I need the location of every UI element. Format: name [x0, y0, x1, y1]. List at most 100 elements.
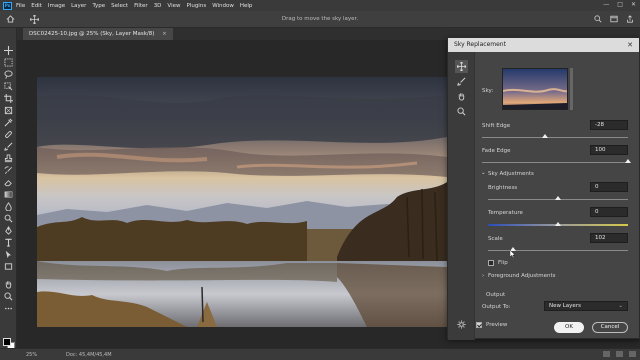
- sky-preset-scrollbar[interactable]: [570, 68, 573, 110]
- photoshop-logo: Ps: [3, 1, 12, 10]
- sky-brush-tool-icon[interactable]: [457, 77, 466, 86]
- zoom-level[interactable]: 25%: [26, 352, 37, 358]
- menu-layer[interactable]: Layer: [71, 3, 86, 9]
- fade-edge-label: Fade Edge: [482, 148, 511, 154]
- crop-tool-icon[interactable]: [4, 94, 13, 103]
- minimize-button[interactable]: —: [603, 1, 609, 8]
- menu-type[interactable]: Type: [92, 3, 105, 9]
- pen-tool-icon[interactable]: [4, 226, 13, 235]
- zoom-tool-icon[interactable]: [4, 292, 13, 301]
- frame-tool-icon[interactable]: [4, 106, 13, 115]
- document-photo: [37, 77, 447, 327]
- shift-edge-label: Shift Edge: [482, 123, 511, 129]
- status-bar: 25% Doc: 45,4M/45,4M: [0, 348, 640, 360]
- menu-view[interactable]: View: [167, 3, 180, 9]
- cancel-button[interactable]: Cancel: [592, 322, 628, 333]
- clone-stamp-tool-icon[interactable]: [4, 154, 13, 163]
- flip-checkbox[interactable]: [488, 260, 494, 266]
- ok-button[interactable]: OK: [554, 322, 584, 333]
- rectangle-tool-icon[interactable]: [4, 262, 13, 271]
- sky-adjustments-chevron-icon[interactable]: ⌄: [481, 170, 486, 176]
- menu-3d[interactable]: 3D: [154, 3, 162, 9]
- options-bar: Drag to move the sky layer.: [0, 11, 640, 28]
- settings-icon[interactable]: [457, 320, 466, 329]
- healing-brush-tool-icon[interactable]: [4, 130, 13, 139]
- lasso-tool-icon[interactable]: [4, 70, 13, 79]
- tray-icon-1: [603, 351, 610, 357]
- type-tool-icon[interactable]: [4, 238, 13, 247]
- chevron-down-icon: ⌄: [618, 303, 623, 309]
- tools-panel: [0, 28, 17, 350]
- menu-file[interactable]: File: [16, 3, 25, 9]
- foreground-adjustments-header[interactable]: Foreground Adjustments: [488, 273, 556, 279]
- dodge-tool-icon[interactable]: [4, 214, 13, 223]
- maximize-button[interactable]: □: [617, 1, 623, 8]
- output-to-value: New Layers: [549, 303, 581, 309]
- tray-icon-3: [629, 351, 636, 357]
- tray-icon-2: [616, 351, 623, 357]
- share-icon[interactable]: [626, 15, 634, 23]
- sky-adjustments-header[interactable]: Sky Adjustments: [488, 171, 534, 177]
- temperature-field[interactable]: 0: [590, 207, 628, 217]
- menu-image[interactable]: Image: [48, 3, 65, 9]
- window-controls: — □ ✕: [603, 1, 636, 8]
- output-to-label: Output To:: [482, 304, 511, 310]
- workspace-icon[interactable]: [610, 15, 618, 23]
- shift-edge-track: [482, 137, 628, 138]
- fade-edge-field[interactable]: 100: [590, 145, 628, 155]
- menu-help[interactable]: Help: [240, 3, 253, 9]
- preview-checkbox[interactable]: [476, 322, 482, 328]
- menu-window[interactable]: Window: [212, 3, 234, 9]
- fade-edge-slider[interactable]: [625, 159, 631, 163]
- menu-select[interactable]: Select: [111, 3, 128, 9]
- flip-label: Flip: [498, 260, 508, 266]
- temperature-label: Temperature: [488, 210, 523, 216]
- eyedropper-tool-icon[interactable]: [4, 118, 13, 127]
- hand-tool-icon[interactable]: [457, 92, 466, 101]
- dialog-tools: [448, 52, 475, 340]
- menu-edit[interactable]: Edit: [31, 3, 42, 9]
- marquee-tool-icon[interactable]: [4, 58, 13, 67]
- brightness-slider[interactable]: [555, 196, 561, 200]
- close-window-button[interactable]: ✕: [631, 1, 636, 8]
- eraser-tool-icon[interactable]: [4, 178, 13, 187]
- more-tools-icon[interactable]: [4, 304, 13, 313]
- shift-edge-field[interactable]: -28: [590, 120, 628, 130]
- menu-plugins[interactable]: Plugins: [186, 3, 206, 9]
- blur-tool-icon[interactable]: [4, 202, 13, 211]
- path-selection-tool-icon[interactable]: [4, 250, 13, 259]
- brightness-field[interactable]: 0: [590, 182, 628, 192]
- zoom-tool-icon[interactable]: [457, 107, 466, 116]
- fade-edge-track: [482, 162, 628, 163]
- hand-tool-icon[interactable]: [4, 280, 13, 289]
- preview-label: Preview: [486, 322, 508, 328]
- history-brush-tool-icon[interactable]: [4, 166, 13, 175]
- sky-preset-thumbnail[interactable]: [502, 68, 568, 110]
- search-icon[interactable]: [594, 15, 602, 23]
- document-info[interactable]: Doc: 45,4M/45,4M: [66, 352, 112, 358]
- sky-move-tool-icon[interactable]: [455, 60, 468, 73]
- options-right-icons: [594, 15, 634, 23]
- close-tab-icon[interactable]: ×: [162, 31, 167, 37]
- temperature-slider[interactable]: [555, 222, 561, 226]
- scale-field[interactable]: 102: [590, 233, 628, 243]
- dialog-close-icon[interactable]: ✕: [627, 38, 633, 52]
- object-selection-tool-icon[interactable]: [4, 82, 13, 91]
- options-hint: Drag to move the sky layer.: [281, 16, 359, 22]
- document-tab[interactable]: DSC02425-10.jpg @ 25% (Sky, Layer Mask/8…: [23, 28, 173, 40]
- menu-filter[interactable]: Filter: [134, 3, 148, 9]
- dialog-title: Sky Replacement: [454, 41, 506, 48]
- gradient-tool-icon[interactable]: [4, 190, 13, 199]
- foreground-color-swatch[interactable]: [3, 338, 11, 346]
- scale-label: Scale: [488, 236, 503, 242]
- sky-replacement-dialog: Sky Replacement ✕ Sky: Shift Edge -28 Fa…: [447, 37, 640, 340]
- dialog-titlebar[interactable]: Sky Replacement ✕: [448, 38, 639, 52]
- output-to-select[interactable]: New Layers ⌄: [544, 301, 628, 311]
- shift-edge-slider[interactable]: [541, 134, 548, 138]
- brush-tool-icon[interactable]: [4, 142, 13, 151]
- foreground-adjustments-chevron-icon[interactable]: ›: [482, 273, 484, 279]
- move-tool-icon[interactable]: [4, 46, 13, 55]
- brightness-label: Brightness: [488, 185, 518, 191]
- menu-bar: Ps File Edit Image Layer Type Select Fil…: [0, 0, 640, 11]
- output-heading: Output: [486, 292, 506, 298]
